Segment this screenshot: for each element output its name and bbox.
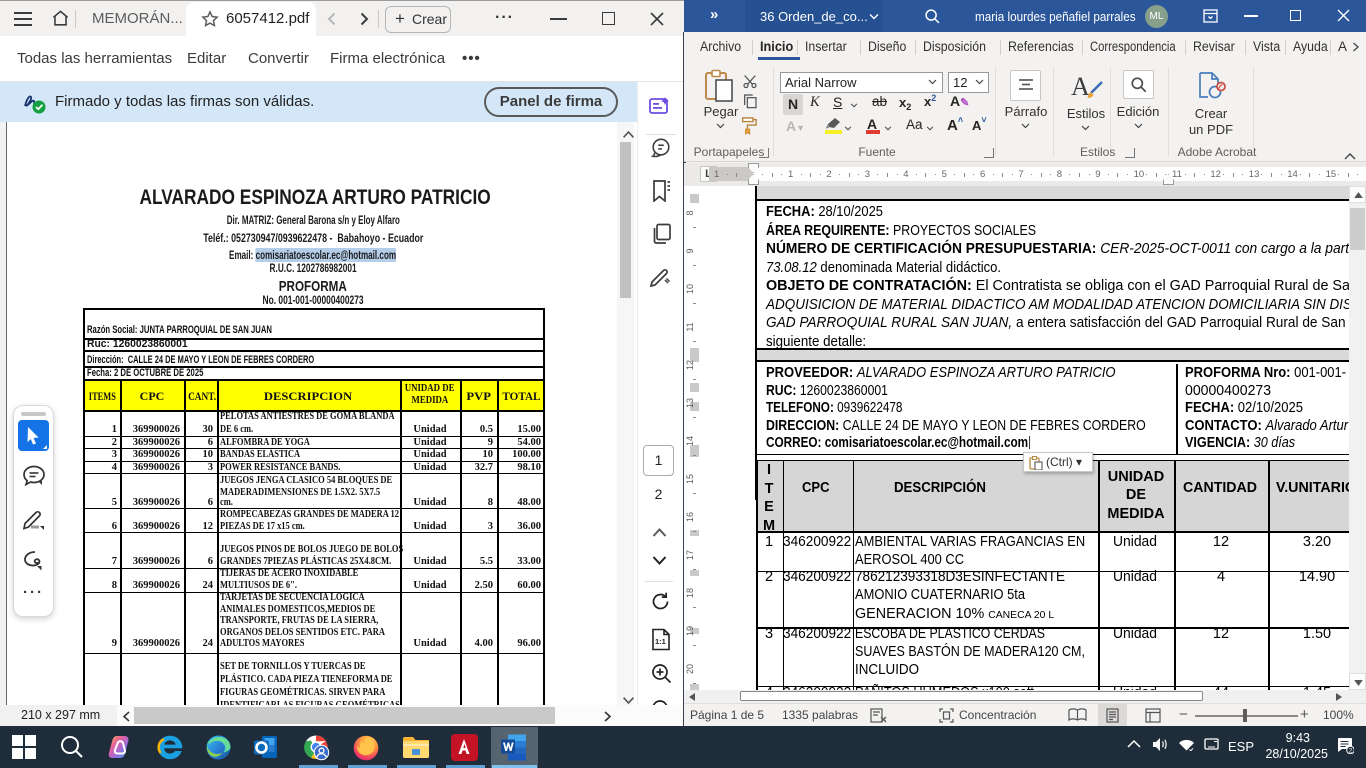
svg-text:1:1: 1:1 [655,637,666,646]
svg-text:2: 2 [1349,748,1353,754]
